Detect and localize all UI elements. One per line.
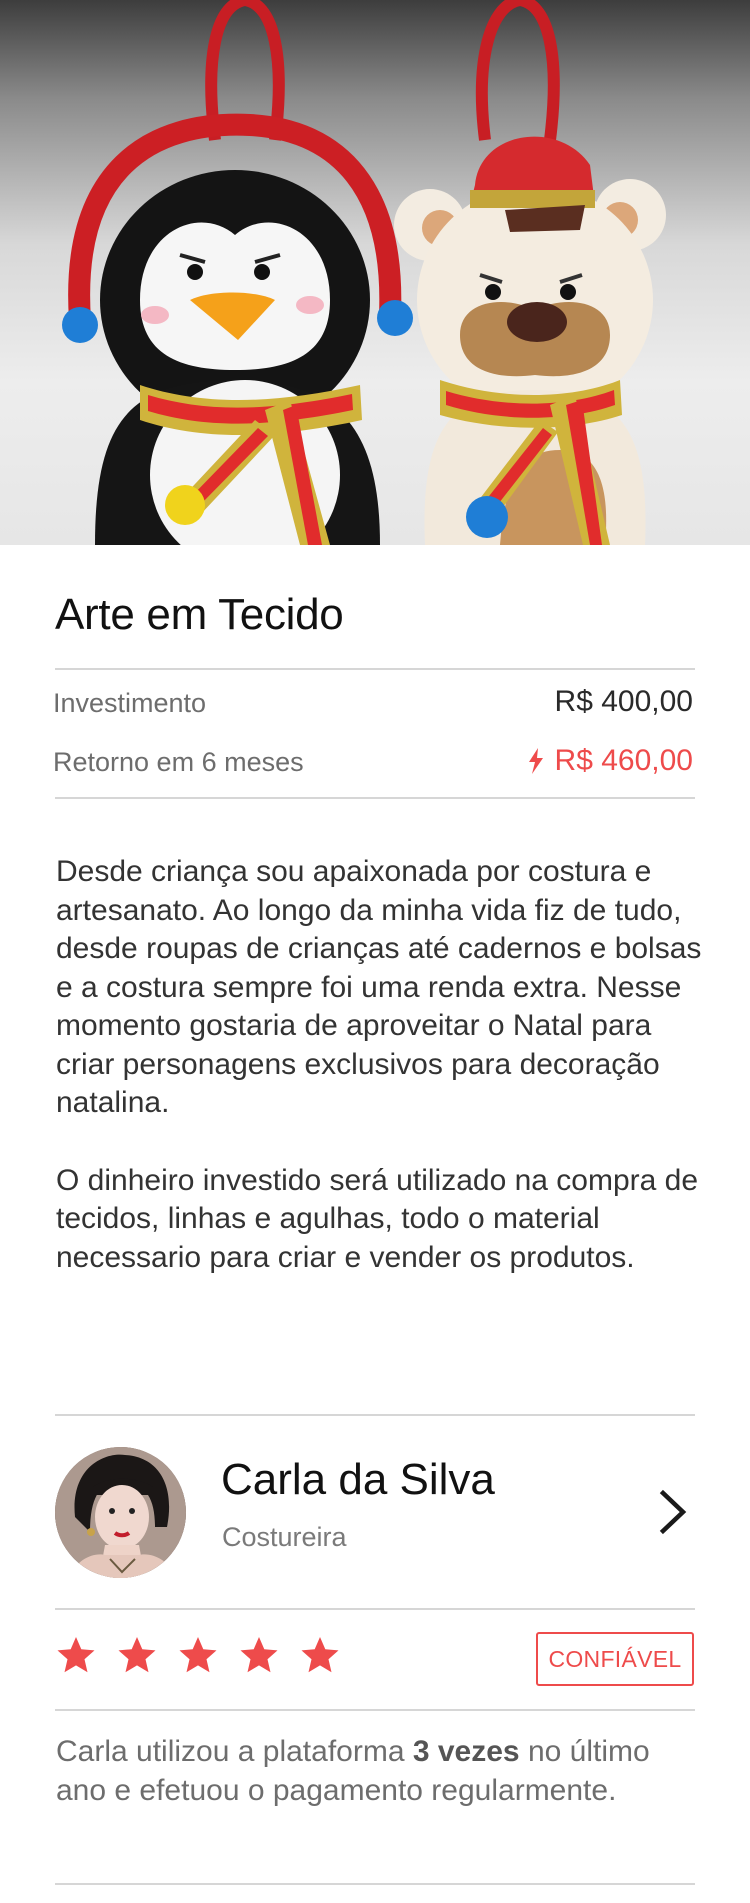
trusted-badge: CONFIÁVEL: [536, 1632, 694, 1686]
description-paragraph: Desde criança sou apaixonada por costura…: [56, 855, 702, 1119]
star-icon: [301, 1637, 339, 1673]
divider: [55, 1883, 695, 1885]
investment-label: Investimento: [53, 688, 207, 718]
divider: [55, 1608, 695, 1610]
chevron-right-icon[interactable]: [655, 1489, 689, 1535]
star-icon: [179, 1637, 217, 1673]
usage-summary: Carla utilizou a plataforma 3 vezes no ú…: [56, 1733, 696, 1810]
avatar[interactable]: [55, 1447, 186, 1578]
return-value: R$ 460,00: [554, 744, 693, 777]
return-label: Retorno em 6 meses: [53, 747, 304, 777]
star-icon: [240, 1637, 278, 1673]
description-paragraph: O dinheiro investido será utilizado na c…: [56, 1163, 699, 1274]
usage-prefix: Carla utilizou a plataforma: [56, 1735, 413, 1768]
divider: [55, 1414, 695, 1416]
divider: [55, 1709, 695, 1711]
rating-stars: [56, 1636, 340, 1676]
lightning-bolt-icon: [528, 748, 543, 774]
investment-value: R$ 400,00: [554, 685, 693, 718]
owner-role: Costureira: [222, 1522, 347, 1552]
star-icon: [57, 1637, 95, 1673]
owner-profile-row[interactable]: Carla da Silva Costureira: [55, 1447, 695, 1578]
divider: [55, 797, 695, 799]
project-title: Arte em Tecido: [55, 590, 344, 639]
divider: [55, 668, 695, 670]
avatar-photo: [55, 1447, 186, 1578]
star-icon: [118, 1637, 156, 1673]
return-value-group: R$ 460,00: [527, 744, 693, 778]
felt-ornaments-photo: [62, 0, 666, 545]
project-description: Desde criança sou apaixonada por costura…: [56, 853, 706, 1277]
hero-image: [0, 0, 750, 545]
usage-highlight: 3 vezes: [412, 1735, 520, 1768]
owner-name: Carla da Silva: [221, 1455, 495, 1504]
